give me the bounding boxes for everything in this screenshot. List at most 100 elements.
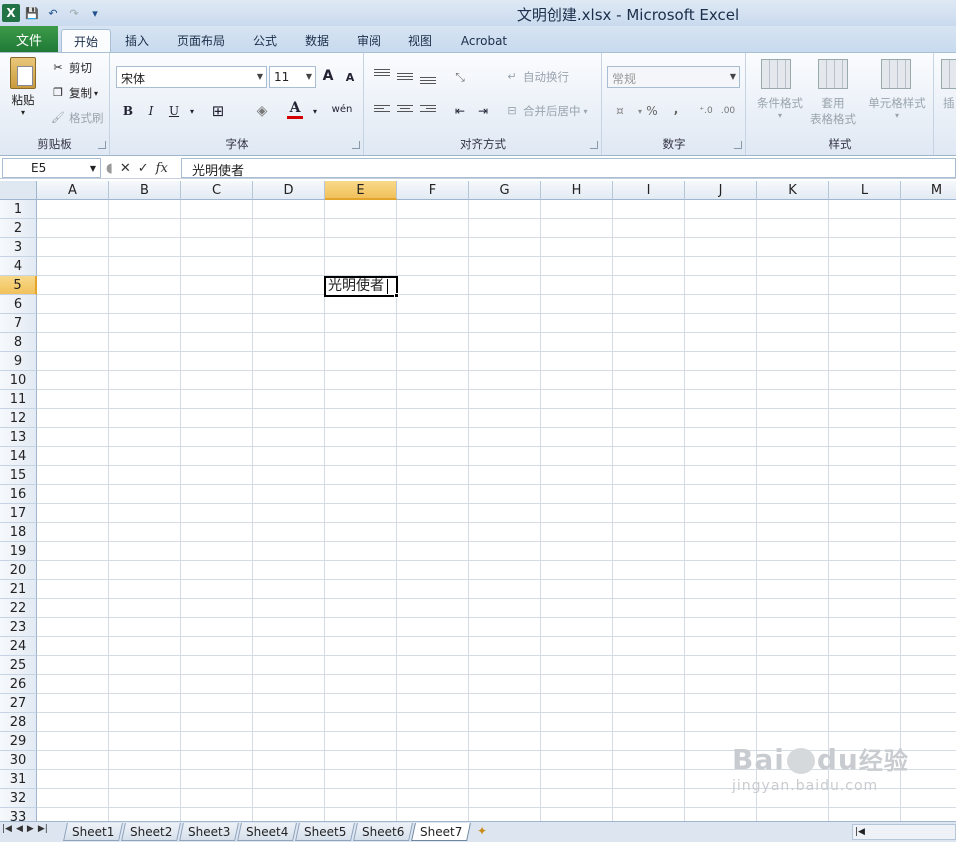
grow-font-button[interactable]: A xyxy=(317,66,339,86)
row-header-19[interactable]: 19 xyxy=(0,542,37,561)
enter-icon[interactable]: ✓ xyxy=(138,161,149,176)
underline-dropdown[interactable]: ▾ xyxy=(181,101,203,121)
align-left-icon[interactable] xyxy=(372,103,392,119)
currency-icon[interactable]: ¤ xyxy=(609,101,631,121)
insert-sheet-icon[interactable]: ✦ xyxy=(477,824,487,838)
conditional-format-button[interactable]: 条件格式 ▾ xyxy=(751,95,809,120)
row-header-9[interactable]: 9 xyxy=(0,352,37,371)
row-header-10[interactable]: 10 xyxy=(0,371,37,390)
align-top-icon[interactable] xyxy=(372,67,392,83)
borders-button[interactable]: ⊞ xyxy=(207,101,229,121)
sheet-tab-sheet1[interactable]: Sheet1 xyxy=(63,823,123,841)
font-color-button[interactable]: A xyxy=(284,99,306,119)
row-header-21[interactable]: 21 xyxy=(0,580,37,599)
shrink-font-button[interactable]: A xyxy=(339,67,361,87)
font-size-combo[interactable]: 11 ▼ xyxy=(269,66,316,88)
row-header-5[interactable]: 5 xyxy=(0,276,37,295)
row-header-13[interactable]: 13 xyxy=(0,428,37,447)
column-header-i[interactable]: I xyxy=(613,181,685,200)
comma-button[interactable]: , xyxy=(665,99,687,119)
paste-button[interactable]: 粘贴 ▾ xyxy=(6,57,40,117)
increase-indent-icon[interactable]: ⇥ xyxy=(472,101,494,121)
column-header-g[interactable]: G xyxy=(469,181,541,200)
tab-acrobat[interactable]: Acrobat xyxy=(452,29,516,52)
row-header-25[interactable]: 25 xyxy=(0,656,37,675)
tab-data[interactable]: 数据 xyxy=(295,29,339,52)
row-header-11[interactable]: 11 xyxy=(0,390,37,409)
sheet-tab-sheet2[interactable]: Sheet2 xyxy=(121,823,181,841)
fill-color-button[interactable]: ◈ xyxy=(251,101,273,121)
row-header-17[interactable]: 17 xyxy=(0,504,37,523)
column-header-h[interactable]: H xyxy=(541,181,613,200)
row-header-31[interactable]: 31 xyxy=(0,770,37,789)
column-header-k[interactable]: K xyxy=(757,181,829,200)
name-box[interactable]: E5 ▼ xyxy=(2,158,101,178)
select-all-corner[interactable] xyxy=(0,181,37,200)
clipboard-dialog-launcher[interactable] xyxy=(98,141,106,149)
column-header-a[interactable]: A xyxy=(37,181,109,200)
format-painter-button[interactable]: 🖌 格式刷 xyxy=(50,110,103,126)
row-header-7[interactable]: 7 xyxy=(0,314,37,333)
column-header-l[interactable]: L xyxy=(829,181,901,200)
cancel-icon[interactable]: ✕ xyxy=(120,161,131,176)
merge-center-button[interactable]: ⊟ 合并后居中 ▾ xyxy=(504,103,587,119)
align-right-icon[interactable] xyxy=(418,103,438,119)
align-center-icon[interactable] xyxy=(395,103,415,119)
row-header-12[interactable]: 12 xyxy=(0,409,37,428)
font-dialog-launcher[interactable] xyxy=(352,141,360,149)
bold-button[interactable]: B xyxy=(117,101,139,121)
row-header-26[interactable]: 26 xyxy=(0,675,37,694)
column-header-f[interactable]: F xyxy=(397,181,469,200)
row-header-22[interactable]: 22 xyxy=(0,599,37,618)
font-name-combo[interactable]: 宋体 ▼ xyxy=(116,66,267,88)
insert-function-icon[interactable]: fx xyxy=(156,161,168,176)
row-header-27[interactable]: 27 xyxy=(0,694,37,713)
row-header-14[interactable]: 14 xyxy=(0,447,37,466)
increase-decimal-icon[interactable]: ⁺.0 xyxy=(695,101,717,121)
fill-handle[interactable] xyxy=(394,293,399,298)
format-as-table-button[interactable]: 套用 表格格式 xyxy=(803,95,863,127)
row-header-33[interactable]: 33 xyxy=(0,808,37,821)
insert-cells-button[interactable]: 插 xyxy=(943,95,955,111)
column-header-b[interactable]: B xyxy=(109,181,181,200)
column-header-d[interactable]: D xyxy=(253,181,325,200)
row-header-24[interactable]: 24 xyxy=(0,637,37,656)
align-middle-icon[interactable] xyxy=(395,71,415,87)
column-header-e[interactable]: E xyxy=(325,181,397,200)
row-header-28[interactable]: 28 xyxy=(0,713,37,732)
row-header-4[interactable]: 4 xyxy=(0,257,37,276)
phonetic-button[interactable]: wén xyxy=(327,99,357,119)
sheet-tab-sheet5[interactable]: Sheet5 xyxy=(295,823,355,841)
row-header-15[interactable]: 15 xyxy=(0,466,37,485)
tab-file[interactable]: 文件 xyxy=(0,26,58,52)
italic-button[interactable]: I xyxy=(140,101,162,121)
tab-formulas[interactable]: 公式 xyxy=(243,29,287,52)
percent-button[interactable]: % xyxy=(641,101,663,121)
decrease-indent-icon[interactable]: ⇤ xyxy=(449,101,471,121)
row-header-3[interactable]: 3 xyxy=(0,238,37,257)
tab-page-layout[interactable]: 页面布局 xyxy=(168,29,234,52)
font-color-dropdown[interactable]: ▾ xyxy=(304,101,326,121)
tab-review[interactable]: 审阅 xyxy=(347,29,391,52)
tab-insert[interactable]: 插入 xyxy=(115,29,159,52)
row-header-23[interactable]: 23 xyxy=(0,618,37,637)
wrap-text-button[interactable]: ↵ 自动换行 xyxy=(504,69,569,85)
sheet-tab-sheet7[interactable]: Sheet7 xyxy=(411,823,471,841)
number-format-combo[interactable]: 常规 ▼ xyxy=(607,66,740,88)
row-header-6[interactable]: 6 xyxy=(0,295,37,314)
sheet-tab-sheet3[interactable]: Sheet3 xyxy=(179,823,239,841)
decrease-decimal-icon[interactable]: .00 xyxy=(717,101,739,121)
last-sheet-icon[interactable]: ▶| xyxy=(38,824,48,834)
prev-sheet-icon[interactable]: ◀ xyxy=(16,824,23,834)
column-header-m[interactable]: M xyxy=(901,181,956,200)
cell-styles-button[interactable]: 单元格样式 ▾ xyxy=(864,95,930,120)
active-cell-e5[interactable]: 光明使者 xyxy=(324,276,398,297)
next-sheet-icon[interactable]: ▶ xyxy=(27,824,34,834)
horizontal-scrollbar[interactable]: |◀ xyxy=(852,824,956,840)
orientation-icon[interactable]: ⤡ xyxy=(449,67,471,87)
align-bottom-icon[interactable] xyxy=(418,75,438,91)
tab-view[interactable]: 视图 xyxy=(398,29,442,52)
tab-home[interactable]: 开始 xyxy=(61,29,111,52)
spreadsheet-grid[interactable]: A B C D E F G H I J K L M 1 2 3 4 5 6 7 8 9 10 11 12 13 14 15 16 17 18… xyxy=(0,181,956,821)
row-header-16[interactable]: 16 xyxy=(0,485,37,504)
